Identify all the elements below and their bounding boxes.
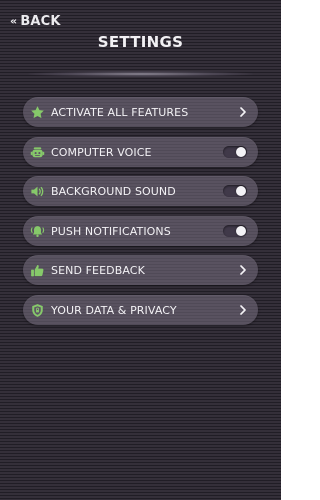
menu-item-computer-voice[interactable]: COMPUTER VOICE	[23, 137, 258, 167]
shield-icon	[30, 303, 45, 318]
menu-item-label: BACKGROUND SOUND	[51, 184, 176, 198]
menu-item-label: PUSH NOTIFICATIONS	[51, 224, 171, 238]
star-icon	[30, 105, 45, 120]
chevron-right-icon	[240, 305, 246, 315]
menu-item-activate-all-features[interactable]: ACTIVATE ALL FEATURES	[23, 97, 258, 127]
menu-item-background-sound[interactable]: BACKGROUND SOUND	[23, 176, 258, 206]
robot-icon	[30, 145, 45, 160]
menu-item-label: COMPUTER VOICE	[51, 145, 152, 159]
background-sound-toggle[interactable]	[223, 185, 247, 197]
menu-item-label: ACTIVATE ALL FEATURES	[51, 105, 189, 119]
page-title: SETTINGS	[97, 33, 184, 51]
chevron-right-icon	[240, 265, 246, 275]
back-button[interactable]: « BACK	[10, 14, 61, 29]
chevron-right-icon	[240, 107, 246, 117]
menu-item-your-data-privacy[interactable]: YOUR DATA & PRIVACY	[23, 295, 258, 325]
settings-screen: « BACK SETTINGS ACTIVATE ALL FEATURES CO…	[0, 0, 281, 500]
bell-icon	[30, 224, 45, 239]
double-chevron-left-icon: «	[10, 14, 18, 28]
header-divider	[28, 71, 253, 77]
menu-item-push-notifications[interactable]: PUSH NOTIFICATIONS	[23, 216, 258, 246]
push-notifications-toggle[interactable]	[223, 225, 247, 237]
toggle-knob	[236, 147, 246, 157]
menu-item-label: SEND FEEDBACK	[51, 263, 145, 277]
computer-voice-toggle[interactable]	[223, 146, 247, 158]
speaker-icon	[30, 184, 45, 199]
back-label: BACK	[20, 14, 61, 29]
menu-item-label: YOUR DATA & PRIVACY	[51, 303, 177, 317]
thumbs-up-icon	[30, 263, 45, 278]
toggle-knob	[236, 186, 246, 196]
toggle-knob	[236, 226, 246, 236]
menu-item-send-feedback[interactable]: SEND FEEDBACK	[23, 255, 258, 285]
